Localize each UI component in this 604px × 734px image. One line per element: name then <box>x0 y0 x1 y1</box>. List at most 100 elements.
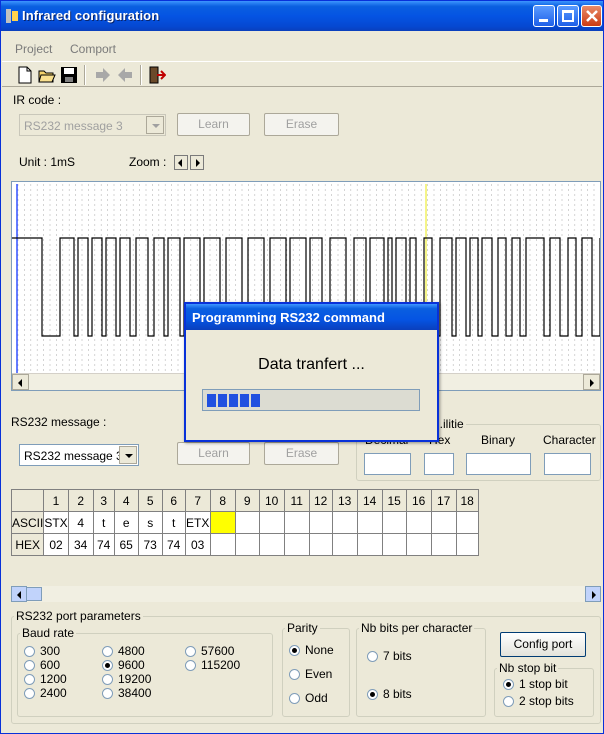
grid-cell[interactable] <box>430 533 457 556</box>
baud-rate-label: 19200 <box>118 672 152 686</box>
progress-dialog: Programming RS232 command Data tranfert … <box>184 302 439 442</box>
rs232-learn-button[interactable]: Learn <box>177 442 250 465</box>
nbits-label: 7 bits <box>383 649 412 663</box>
open-folder-icon[interactable] <box>38 66 56 84</box>
binary-header: Binary <box>481 433 516 447</box>
grid-cell[interactable] <box>455 533 479 556</box>
grid-cell[interactable] <box>405 511 432 534</box>
baud-rate-radio[interactable]: 57600 <box>185 644 234 658</box>
grid-cell[interactable]: t <box>161 511 186 534</box>
baud-rate-radio[interactable]: 600 <box>24 658 60 672</box>
scroll-left-icon[interactable] <box>12 374 29 390</box>
grid-cell[interactable]: 73 <box>137 533 163 556</box>
close-button[interactable] <box>581 5 602 27</box>
grid-cell[interactable] <box>381 533 407 556</box>
grid-cell[interactable]: 74 <box>161 533 186 556</box>
config-port-button[interactable]: Config port <box>500 632 586 657</box>
nbits-radio[interactable]: 7 bits <box>367 649 412 663</box>
baud-rate-radio[interactable]: 115200 <box>185 658 240 672</box>
grid-cell[interactable]: 4 <box>67 511 94 534</box>
character-field[interactable] <box>544 453 591 475</box>
rs232-erase-button[interactable]: Erase <box>264 442 339 465</box>
grid-cell[interactable] <box>331 511 358 534</box>
grid-cell[interactable] <box>308 533 333 556</box>
stop-bit-radio[interactable]: 1 stop bit <box>503 677 568 691</box>
grid-cell[interactable] <box>258 511 285 534</box>
grid-cell[interactable] <box>308 511 333 534</box>
baud-rate-radio[interactable]: 19200 <box>102 672 151 686</box>
message-grid[interactable]: 1 2 3 4 5 6 7 8 9 10 11 12 13 14 15 16 17 18 ASCII STX 4 t e s t… <box>10 489 479 556</box>
grid-cell[interactable]: 65 <box>113 533 139 556</box>
send-icon <box>96 68 110 82</box>
grid-cell[interactable] <box>283 511 310 534</box>
grid-cell[interactable] <box>283 533 310 556</box>
grid-cell[interactable]: e <box>113 511 139 534</box>
minimize-button[interactable] <box>533 5 555 27</box>
grid-cell[interactable] <box>234 533 260 556</box>
maximize-button[interactable] <box>557 5 579 27</box>
new-file-icon[interactable] <box>16 66 34 84</box>
column-header: 1 <box>43 489 69 512</box>
parity-title: Parity <box>285 621 320 635</box>
maximize-icon <box>562 10 574 22</box>
nbits-radio[interactable]: 8 bits <box>367 687 412 701</box>
title-bar[interactable]: Infrared configuration <box>1 1 603 31</box>
zoom-in-button[interactable] <box>190 155 204 170</box>
baud-rate-label: 2400 <box>40 686 67 700</box>
ir-code-combo[interactable]: RS232 message 3 <box>19 114 166 136</box>
baud-rate-radio[interactable]: 9600 <box>102 658 145 672</box>
grid-cell[interactable]: 03 <box>184 533 211 556</box>
baud-rate-radio[interactable]: 4800 <box>102 644 145 658</box>
rs232-message-combo[interactable]: RS232 message 3 <box>19 444 139 466</box>
scroll-thumb[interactable] <box>26 587 42 601</box>
grid-cell[interactable] <box>405 533 432 556</box>
scroll-right-icon[interactable] <box>583 374 600 390</box>
grid-cell[interactable] <box>356 511 383 534</box>
row-header: HEX <box>10 533 45 556</box>
parity-radio[interactable]: None <box>289 643 334 657</box>
baud-rate-radio[interactable]: 300 <box>24 644 60 658</box>
toolbar <box>2 61 602 87</box>
grid-cell[interactable]: STX <box>43 511 69 534</box>
stop-bit-radio[interactable]: 2 stop bits <box>503 694 574 708</box>
grid-cell[interactable] <box>430 511 457 534</box>
rs232-message-value: RS232 message 3 <box>24 449 123 463</box>
save-icon[interactable] <box>60 66 78 84</box>
grid-cell[interactable]: 74 <box>92 533 115 556</box>
radio-icon <box>102 660 113 671</box>
grid-cell[interactable]: s <box>137 511 163 534</box>
binary-field[interactable] <box>466 453 531 475</box>
grid-cell[interactable]: t <box>92 511 115 534</box>
grid-cell[interactable] <box>209 533 236 556</box>
column-header: 12 <box>308 489 333 512</box>
menu-project[interactable]: Project <box>15 42 52 56</box>
hex-field[interactable] <box>424 453 454 475</box>
zoom-out-button[interactable] <box>174 155 188 170</box>
scroll-right-icon[interactable] <box>585 586 601 602</box>
grid-cell[interactable] <box>331 533 358 556</box>
ir-erase-button[interactable]: Erase <box>264 113 339 136</box>
port-parameters-group: RS232 port parameters Baud rate 300 600 12… <box>11 609 601 724</box>
grid-cell[interactable] <box>234 511 260 534</box>
ir-learn-button[interactable]: Learn <box>177 113 250 136</box>
scroll-left-icon[interactable] <box>11 586 27 602</box>
parity-radio[interactable]: Even <box>289 667 332 681</box>
baud-rate-radio[interactable]: 38400 <box>102 686 151 700</box>
menu-comport[interactable]: Comport <box>70 42 116 56</box>
grid-cell[interactable] <box>209 511 236 534</box>
exit-icon[interactable] <box>148 66 166 84</box>
grid-cell[interactable] <box>258 533 285 556</box>
grid-cell[interactable]: 34 <box>67 533 94 556</box>
grid-cell[interactable] <box>356 533 383 556</box>
grid-cell[interactable]: ETX <box>184 511 211 534</box>
grid-scrollbar[interactable] <box>11 586 601 602</box>
decimal-field[interactable] <box>364 453 411 475</box>
baud-rate-radio[interactable]: 1200 <box>24 672 67 686</box>
grid-cell[interactable] <box>455 511 479 534</box>
grid-cell[interactable] <box>381 511 407 534</box>
baud-rate-radio[interactable]: 2400 <box>24 686 67 700</box>
parity-label: Even <box>305 667 333 681</box>
grid-cell[interactable]: 02 <box>43 533 69 556</box>
column-header: 15 <box>381 489 407 512</box>
parity-radio[interactable]: Odd <box>289 691 328 705</box>
